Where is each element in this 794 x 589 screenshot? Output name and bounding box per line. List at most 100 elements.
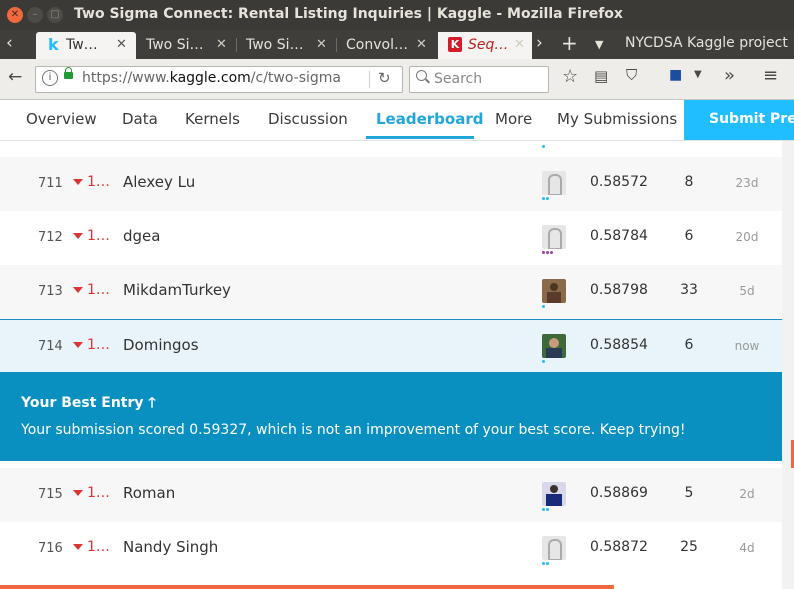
rank-change: 1…	[73, 282, 110, 298]
tab-bar: ‹ k Tw… ✕ Two Si… ✕ Two Si… ✕ Convol… ✕ …	[0, 30, 794, 59]
team-name[interactable]: Nandy Singh	[123, 538, 218, 556]
tab-two-sigma-2[interactable]: Two Si… ✕	[136, 32, 236, 59]
tab-data[interactable]: Data	[122, 110, 158, 128]
tab-overview[interactable]: Overview	[26, 110, 97, 128]
close-tab-icon[interactable]: ✕	[316, 37, 327, 52]
last-submission: 23d	[735, 176, 759, 190]
reload-icon[interactable]: ↻	[378, 69, 391, 87]
avatar[interactable]	[542, 171, 566, 195]
rank-change: 1…	[73, 337, 110, 353]
page-load-progress	[0, 585, 614, 589]
hamburger-menu-icon[interactable]: ≡	[763, 65, 778, 86]
table-row[interactable]: 711 1… Alexey Lu 0.58572 8 23d	[0, 157, 782, 212]
tab-scroll-left-icon[interactable]: ‹	[6, 33, 13, 53]
search-icon	[416, 70, 427, 81]
tab-scroll-right-icon[interactable]: ›	[536, 33, 543, 53]
scrollbar[interactable]	[782, 141, 794, 589]
window-title: Two Sigma Connect: Rental Listing Inquir…	[74, 6, 623, 22]
back-arrow-icon[interactable]: ←	[8, 67, 22, 87]
last-submission: now	[734, 339, 760, 353]
last-submission: 20d	[735, 230, 759, 244]
submit-predictions-button[interactable]: Submit Pre	[684, 100, 794, 140]
active-tab-underline	[366, 136, 474, 139]
new-tab-icon[interactable]: +	[561, 31, 578, 55]
avatar[interactable]	[542, 536, 566, 560]
tab-convolution[interactable]: Convol… ✕	[336, 32, 436, 59]
score: 0.58798	[590, 282, 648, 298]
best-entry-banner: Your Best Entry 🡑 Your submission scored…	[0, 372, 782, 461]
save-icon[interactable]: ■	[669, 67, 682, 83]
kaggle-favicon-icon: k	[48, 35, 59, 54]
entries: 8	[684, 174, 694, 190]
tier-dots	[542, 197, 550, 201]
entries: 5	[684, 485, 694, 501]
entries: 33	[680, 282, 698, 298]
tier-dots	[542, 305, 546, 309]
kaggle-favicon-icon: K	[448, 37, 462, 52]
avatar[interactable]	[542, 334, 566, 358]
rank-change: 1…	[73, 228, 110, 244]
reading-list-icon[interactable]: ▤	[594, 67, 608, 85]
url-separator	[369, 71, 370, 88]
rank-down-icon	[73, 544, 83, 550]
minimize-window-button[interactable]: –	[27, 7, 43, 23]
close-window-button[interactable]: ✕	[7, 7, 23, 23]
entries: 6	[684, 228, 694, 244]
bookmark-star-icon[interactable]: ☆	[562, 66, 578, 87]
window-titlebar: ✕ – □ Two Sigma Connect: Rental Listing …	[0, 0, 794, 30]
entries: 6	[684, 337, 694, 353]
url-bar[interactable]: i https://www.kaggle.com/c/two-sigma ↻	[35, 66, 403, 93]
team-name[interactable]: Alexey Lu	[123, 173, 195, 191]
team-name[interactable]: Roman	[123, 484, 175, 502]
team-name[interactable]: dgea	[123, 227, 160, 245]
close-tab-icon[interactable]: ✕	[216, 37, 227, 52]
close-tab-icon[interactable]: ✕	[116, 37, 127, 52]
last-submission: 4d	[739, 541, 755, 555]
arrow-up-icon: 🡑	[148, 395, 156, 411]
team-name[interactable]: MikdamTurkey	[123, 281, 231, 299]
save-dropdown-icon[interactable]: ▼	[694, 69, 702, 80]
overflow-menu-icon[interactable]: »	[724, 65, 735, 86]
table-row[interactable]: 713 1… MikdamTurkey 0.58798 33 5d	[0, 265, 782, 320]
list-all-tabs-icon[interactable]: ▼	[595, 38, 603, 51]
tier-dots	[542, 562, 550, 566]
avatar[interactable]	[542, 482, 566, 506]
score: 0.58572	[590, 174, 648, 190]
tab-two-sigma-3[interactable]: Two Si… ✕	[236, 32, 336, 59]
competition-nav: Overview Data Kernels Discussion Leaderb…	[0, 100, 794, 141]
table-row[interactable]: 716 1… Nandy Singh 0.58872 25 4d	[0, 522, 782, 577]
avatar[interactable]	[542, 225, 566, 249]
medal-dot	[542, 145, 545, 148]
maximize-window-button[interactable]: □	[47, 7, 63, 23]
url-text[interactable]: https://www.kaggle.com/c/two-sigma	[82, 70, 352, 86]
tab-leaderboard[interactable]: Leaderboard	[376, 110, 483, 128]
close-tab-icon[interactable]: ✕	[514, 37, 525, 52]
tab-kernels[interactable]: Kernels	[185, 110, 240, 128]
tab-more[interactable]: More	[495, 110, 532, 128]
tier-dots	[542, 360, 546, 364]
rank-down-icon	[73, 342, 83, 348]
search-input[interactable]: Search	[409, 66, 549, 93]
lock-icon	[64, 67, 73, 79]
info-icon[interactable]: i	[42, 70, 58, 86]
score: 0.58872	[590, 539, 648, 555]
leaderboard: 711 1… Alexey Lu 0.58572 8 23d 712 1… dg…	[0, 141, 782, 589]
tab-seq[interactable]: K Seq… ✕	[438, 32, 532, 59]
rank-down-icon	[73, 287, 83, 293]
my-team-row[interactable]: 714 1… Domingos 0.58854 6 now	[0, 319, 782, 373]
rank-down-icon	[73, 490, 83, 496]
pocket-icon[interactable]: ⛉	[626, 66, 637, 84]
avatar[interactable]	[542, 279, 566, 303]
tab-two-sigma-active[interactable]: k Tw… ✕	[36, 32, 136, 59]
rank-change: 1…	[73, 539, 110, 555]
table-row[interactable]: 715 1… Roman 0.58869 5 2d	[0, 468, 782, 523]
tab-discussion[interactable]: Discussion	[268, 110, 348, 128]
table-row[interactable]: 712 1… dgea 0.58784 6 20d	[0, 211, 782, 266]
entries: 25	[680, 539, 698, 555]
bookmark-nycdsa[interactable]: NYCDSA Kaggle project	[625, 35, 788, 51]
tier-dots	[542, 508, 550, 512]
close-tab-icon[interactable]: ✕	[416, 37, 427, 52]
tab-my-submissions[interactable]: My Submissions	[557, 110, 677, 128]
team-name[interactable]: Domingos	[123, 336, 199, 354]
rank-change: 1…	[73, 485, 110, 501]
